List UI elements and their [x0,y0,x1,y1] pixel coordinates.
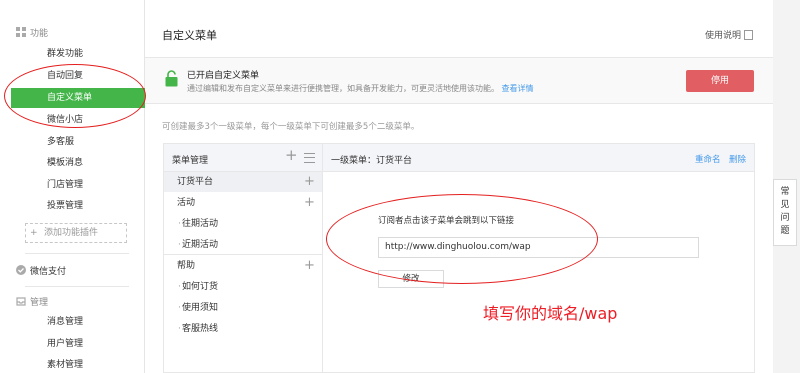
faq-button[interactable]: 常 见 问 题 [773,179,797,246]
disable-button[interactable]: 停用 [686,70,754,92]
section-pay[interactable]: 微信支付 [16,264,66,277]
main-content: 自定义菜单 使用说明 已开启自定义菜单 通过编辑和发布自定义菜单来进行便携管理，… [145,0,773,373]
nav-store-manage[interactable]: 门店管理 [0,175,145,195]
sidebar: 功能 群发功能 自动回复 自定义菜单 微信小店 多客服 模板消息 门店管理 投票… [0,0,145,373]
rename-link[interactable]: 重命名 [695,153,721,165]
nav-auto-reply[interactable]: 自动回复 [0,66,145,86]
nav-mass-send[interactable]: 群发功能 [0,44,145,64]
nav-message-manage[interactable]: 消息管理 [0,312,145,332]
nav-user-manage[interactable]: 用户管理 [0,334,145,354]
document-icon [744,29,753,40]
status-bar: 已开启自定义菜单 通过编辑和发布自定义菜单来进行便携管理，如具备开发能力，可更灵… [145,58,773,103]
detail-header: 一级菜单：订货平台 重命名 删除 [323,144,754,172]
sort-list-icon[interactable] [304,153,315,163]
menu-panel-header: 菜单管理 + [164,144,322,172]
menu-management-panel: 菜单管理 + 订货平台+ 活动+ 往期活动 近期活动 帮助+ 如何订货 使用须知… [163,143,323,373]
status-title: 已开启自定义菜单 [187,71,260,81]
nav-multi-service[interactable]: 多客服 [0,132,145,152]
help-link[interactable]: 使用说明 [705,28,753,41]
divider [145,103,773,104]
add-menu-icon[interactable]: + [285,148,298,163]
menu-limit-tip: 可创建最多3个一级菜单，每个一级菜单下可创建最多5个二级菜单。 [162,122,420,132]
divider [25,286,129,287]
menu-item-activity[interactable]: 活动 + [164,193,322,213]
nav-template-msg[interactable]: 模板消息 [0,153,145,173]
pay-icon [16,265,26,275]
add-plugin-button[interactable]: + 添加功能插件 [25,223,127,243]
view-details-link[interactable]: 查看详情 [502,84,534,93]
unlock-icon [165,70,178,87]
nav-vote-manage[interactable]: 投票管理 [0,196,145,216]
nav-custom-menu[interactable]: 自定义菜单 [11,88,145,108]
submenu-item[interactable]: 近期活动 [164,235,322,255]
submenu-item[interactable]: 如何订货 [164,277,322,297]
status-desc: 通过编辑和发布自定义菜单来进行便携管理，如具备开发能力，可更灵活地使用该功能。 … [187,84,534,93]
plus-icon: + [30,228,38,238]
submenu-item[interactable]: 使用须知 [164,298,322,318]
url-input[interactable]: http://www.dinghuolou.com/wap [378,237,699,258]
nav-material-manage[interactable]: 素材管理 [0,355,145,373]
submenu-item[interactable]: 客服热线 [164,319,322,339]
add-submenu-icon[interactable]: + [304,193,315,213]
divider [25,253,129,254]
edit-button[interactable]: 修改 [378,270,444,288]
grid-icon [16,27,26,37]
detail-title: 一级菜单：订货平台 [331,156,413,166]
jump-url-label: 订阅者点击该子菜单会跳到以下链接 [378,216,515,226]
divider [164,254,322,255]
annotation-text: 填写你的域名/wap [483,304,618,323]
menu-detail-panel: 一级菜单：订货平台 重命名 删除 订阅者点击该子菜单会跳到以下链接 http:/… [323,143,755,373]
inbox-icon [16,297,26,306]
menu-item-help[interactable]: 帮助 + [164,256,322,276]
add-submenu-icon[interactable]: + [304,256,315,276]
add-submenu-icon[interactable]: + [304,172,315,192]
section-features: 功能 [16,26,48,39]
submenu-item[interactable]: 往期活动 [164,214,322,234]
nav-wechat-store[interactable]: 微信小店 [0,110,145,130]
menu-item-order-platform[interactable]: 订货平台 + [164,172,322,192]
delete-link[interactable]: 删除 [729,153,746,165]
section-manage: 管理 [16,295,48,308]
page-title: 自定义菜单 [162,29,217,42]
